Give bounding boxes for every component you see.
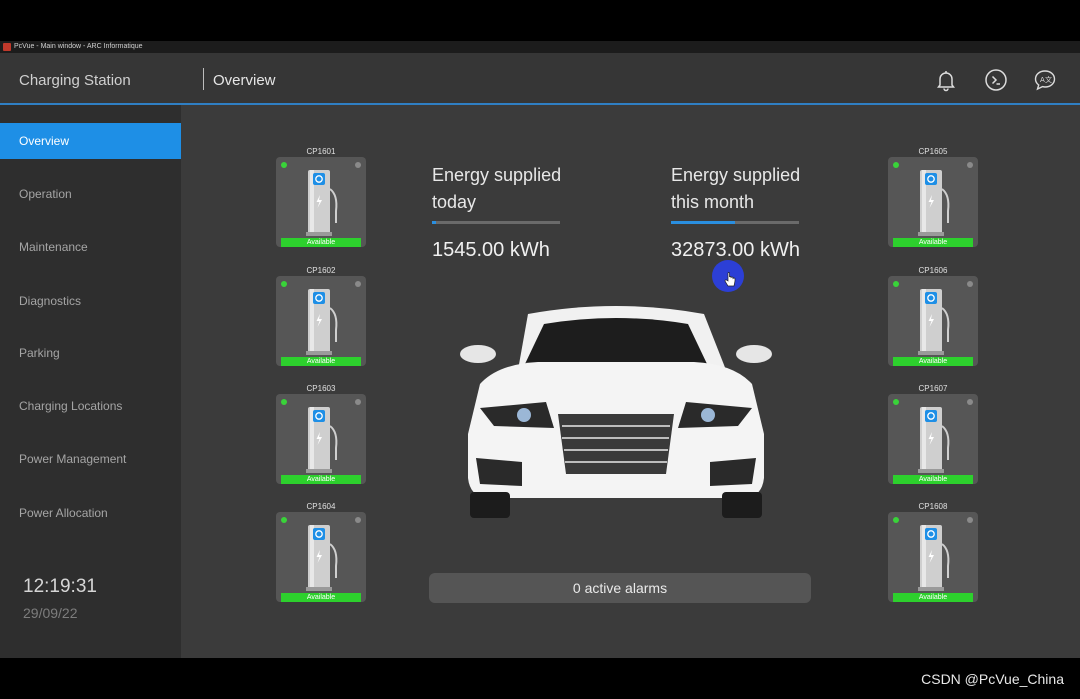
sidebar-item-parking[interactable]: Parking	[0, 335, 181, 371]
sidebar-item-power-management[interactable]: Power Management	[0, 441, 181, 477]
watermark-text: CSDN @PcVue_China	[921, 671, 1064, 687]
hand-pointer-icon	[724, 272, 736, 287]
fault-led	[355, 399, 361, 405]
online-led	[893, 281, 899, 287]
energy-month-progress	[671, 221, 799, 224]
online-led	[893, 399, 899, 405]
charger-cp1608[interactable]: CP1608 Available	[888, 501, 978, 602]
status-badge: Available	[281, 593, 361, 602]
charger-cp1605[interactable]: CP1605 Available	[888, 146, 978, 247]
charging-station-icon	[918, 170, 950, 236]
status-badge: Available	[281, 357, 361, 366]
charging-station-icon	[306, 407, 338, 473]
status-badge: Available	[281, 238, 361, 247]
online-led	[281, 399, 287, 405]
online-led	[893, 517, 899, 523]
online-led	[893, 162, 899, 168]
charger-cp1601[interactable]: CP1601 Available	[276, 146, 366, 247]
fault-led	[355, 517, 361, 523]
charger-id: CP1603	[306, 384, 336, 393]
bell-icon[interactable]	[934, 68, 958, 92]
clock-date: 29/09/22	[23, 605, 78, 621]
charging-station-icon	[306, 170, 338, 236]
energy-month-label-1: Energy supplied	[671, 165, 801, 185]
online-led	[281, 281, 287, 287]
app-title: Charging Station	[19, 72, 131, 89]
charger-cp1602[interactable]: CP1602 Available	[276, 265, 366, 366]
charger-cp1606[interactable]: CP1606 Available	[888, 265, 978, 366]
sidebar-item-power-allocation[interactable]: Power Allocation	[0, 495, 181, 531]
fault-led	[967, 399, 973, 405]
status-badge: Available	[281, 475, 361, 484]
header-divider	[203, 68, 204, 90]
sidebar-item-operation[interactable]: Operation	[0, 176, 181, 212]
charger-id: CP1606	[918, 266, 948, 275]
clock-time: 12:19:31	[23, 576, 97, 597]
online-led	[281, 162, 287, 168]
energy-month-value: 32873.00 kWh	[671, 239, 800, 261]
car-image	[460, 306, 772, 518]
fault-led	[967, 281, 973, 287]
status-badge: Available	[893, 238, 973, 247]
charger-id: CP1605	[918, 147, 948, 156]
status-badge: Available	[893, 593, 973, 602]
charging-station-icon	[918, 289, 950, 355]
sidebar-item-overview[interactable]: Overview	[0, 123, 181, 159]
charger-id: CP1607	[918, 384, 948, 393]
energy-today-panel: Energy supplied today 1545.00 kWh	[432, 162, 561, 262]
page-title: Overview	[213, 72, 276, 89]
fault-led	[967, 517, 973, 523]
sidebar-item-charging-locations[interactable]: Charging Locations	[0, 388, 181, 424]
online-led	[281, 517, 287, 523]
terminal-icon[interactable]	[984, 68, 1008, 92]
charging-station-icon	[306, 525, 338, 591]
app-header	[0, 53, 1080, 105]
energy-today-progress-fill	[432, 221, 436, 224]
fault-led	[967, 162, 973, 168]
charger-cp1607[interactable]: CP1607 Available	[888, 383, 978, 484]
app-icon	[3, 43, 11, 51]
energy-today-progress	[432, 221, 560, 224]
status-badge: Available	[893, 475, 973, 484]
charging-station-icon	[918, 525, 950, 591]
sidebar-item-maintenance[interactable]: Maintenance	[0, 229, 181, 265]
alarms-status-bar[interactable]: 0 active alarms	[429, 573, 811, 603]
charger-cp1603[interactable]: CP1603 Available	[276, 383, 366, 484]
energy-today-value: 1545.00 kWh	[432, 239, 550, 261]
charging-station-icon	[918, 407, 950, 473]
fault-led	[355, 281, 361, 287]
charger-id: CP1601	[306, 147, 336, 156]
energy-month-panel: Energy supplied this month 32873.00 kWh	[671, 162, 800, 262]
charger-cp1604[interactable]: CP1604 Available	[276, 501, 366, 602]
charger-id: CP1608	[918, 502, 948, 511]
status-badge: Available	[893, 357, 973, 366]
energy-month-progress-fill	[671, 221, 735, 224]
energy-month-label-2: this month	[671, 192, 755, 212]
energy-today-label-1: Energy supplied	[432, 165, 562, 185]
fault-led	[355, 162, 361, 168]
svg-text:文: 文	[1045, 75, 1052, 84]
window-title: PcVue - Main window - ARC Informatique	[14, 43, 143, 50]
charger-id: CP1602	[306, 266, 336, 275]
translate-chat-icon[interactable]: A文	[1033, 68, 1057, 92]
sidebar-item-diagnostics[interactable]: Diagnostics	[0, 283, 181, 319]
energy-today-label-2: today	[432, 192, 477, 212]
charging-station-icon	[306, 289, 338, 355]
window-titlebar: PcVue - Main window - ARC Informatique	[0, 41, 1080, 53]
charger-id: CP1604	[306, 502, 336, 511]
